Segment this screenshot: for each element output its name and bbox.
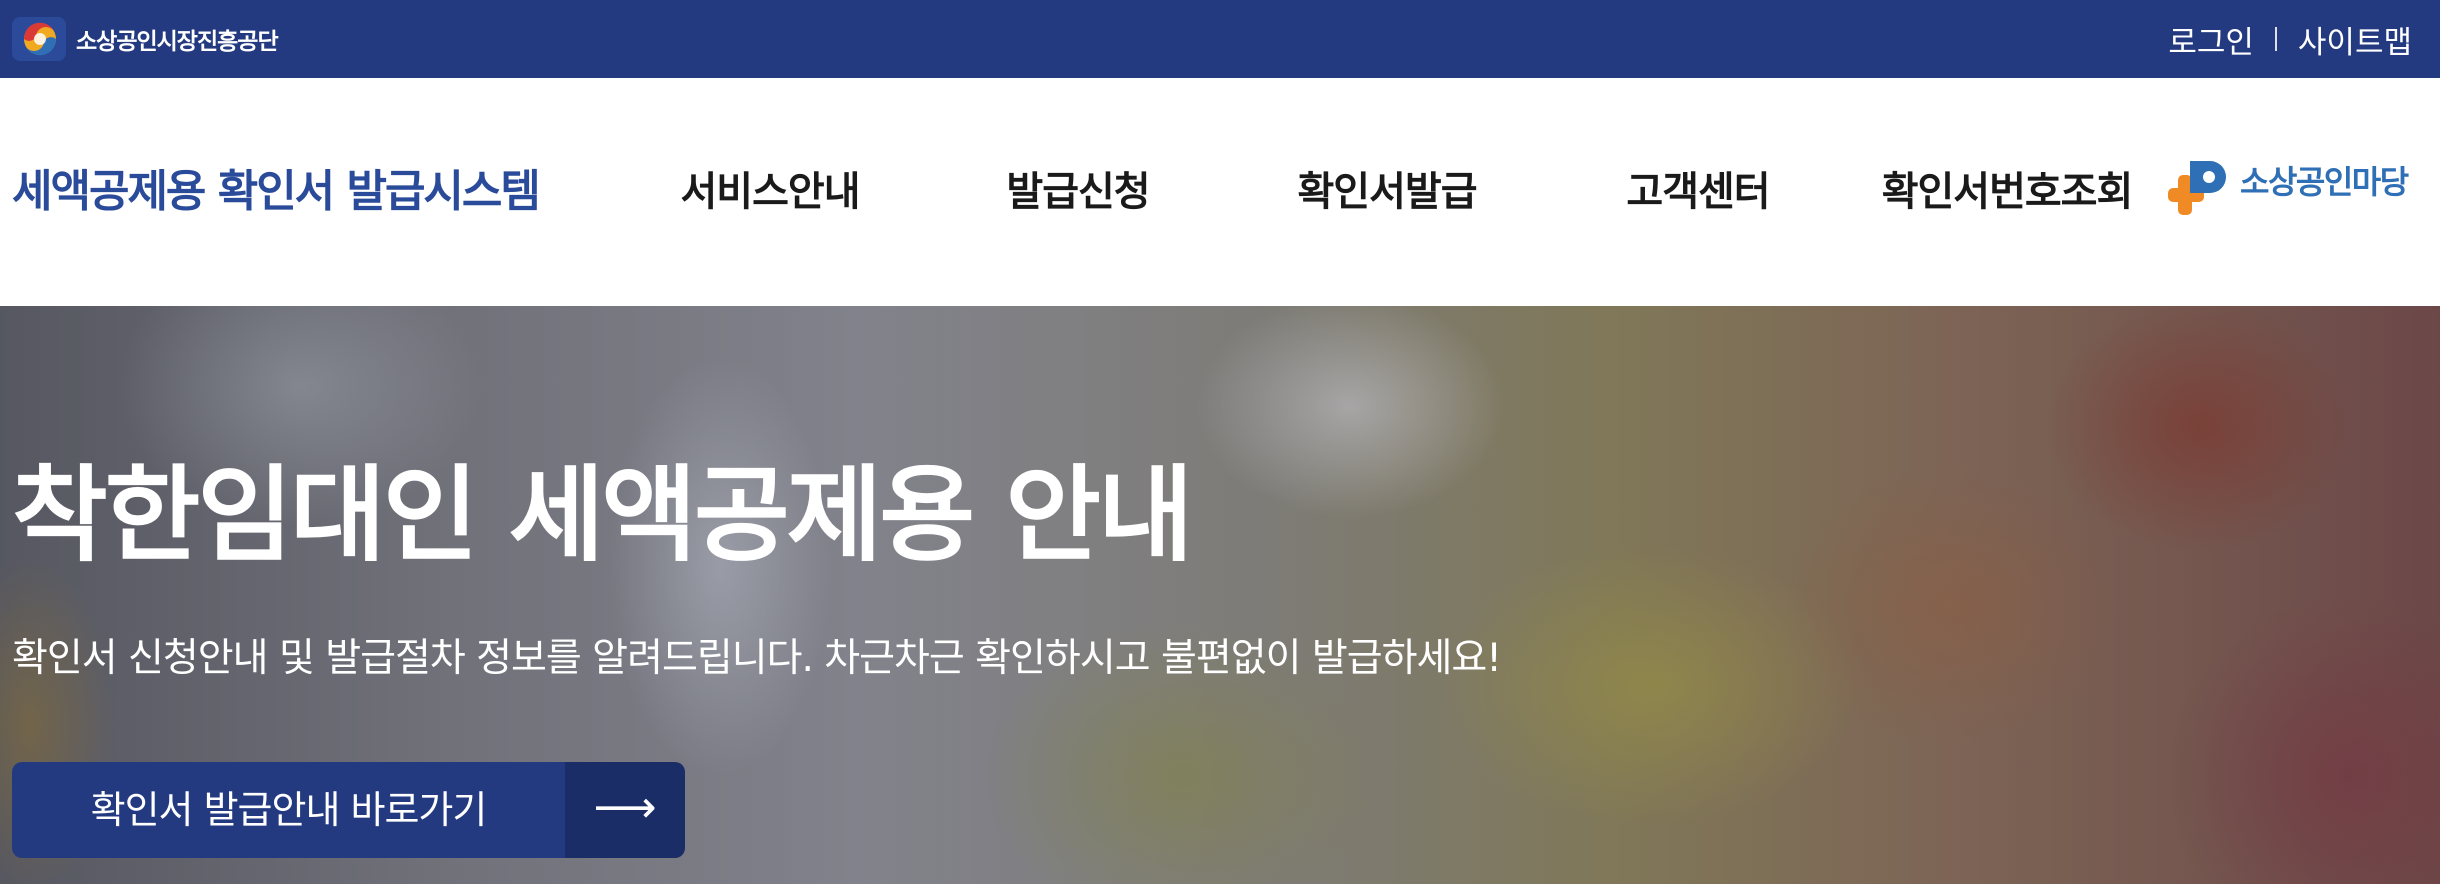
- hero-banner: 착한임대인 세액공제용 안내 확인서 신청안내 및 발급절차 정보를 알려드립니…: [0, 306, 2440, 884]
- arrow-right-icon: ⟶: [565, 762, 685, 858]
- sbiz-madang-logo-icon: [2168, 161, 2226, 215]
- site-header: 세액공제용 확인서 발급시스템 서비스안내 발급신청 확인서발급 고객센터 확인…: [0, 78, 2440, 306]
- hero-title: 착한임대인 세액공제용 안내: [12, 454, 1194, 576]
- site-title-link[interactable]: 세액공제용 확인서 발급시스템: [12, 78, 541, 306]
- sbiz-madang-logo-link[interactable]: 소상공인마당: [2168, 158, 2409, 218]
- utility-links: 로그인 사이트맵: [2168, 0, 2412, 78]
- hero-description: 확인서 신청안내 및 발급절차 정보를 알려드립니다. 차근차근 확인하시고 불…: [12, 636, 1502, 681]
- top-utility-bar: 소상공인시장진흥공단 로그인 사이트맵: [0, 0, 2440, 78]
- sitemap-link[interactable]: 사이트맵: [2298, 17, 2412, 62]
- utility-divider: [2274, 27, 2277, 51]
- org-logo-link[interactable]: 소상공인시장진흥공단: [12, 17, 279, 61]
- nav-item-service-guide[interactable]: 서비스안내: [640, 78, 900, 306]
- semas-emblem-icon: [12, 17, 66, 61]
- org-name: 소상공인시장진흥공단: [76, 29, 279, 55]
- login-link[interactable]: 로그인: [2168, 17, 2254, 62]
- nav-item-customer-center[interactable]: 고객센터: [1568, 78, 1828, 306]
- nav-item-apply[interactable]: 발급신청: [948, 78, 1208, 306]
- issue-guide-button-label: 확인서 발급안내 바로가기: [12, 762, 565, 858]
- sbiz-madang-name: 소상공인마당: [2240, 163, 2409, 201]
- nav-item-issue-certificate[interactable]: 확인서발급: [1257, 78, 1517, 306]
- issue-guide-button[interactable]: 확인서 발급안내 바로가기 ⟶: [12, 762, 685, 858]
- nav-item-certificate-lookup[interactable]: 확인서번호조회: [1862, 78, 2152, 306]
